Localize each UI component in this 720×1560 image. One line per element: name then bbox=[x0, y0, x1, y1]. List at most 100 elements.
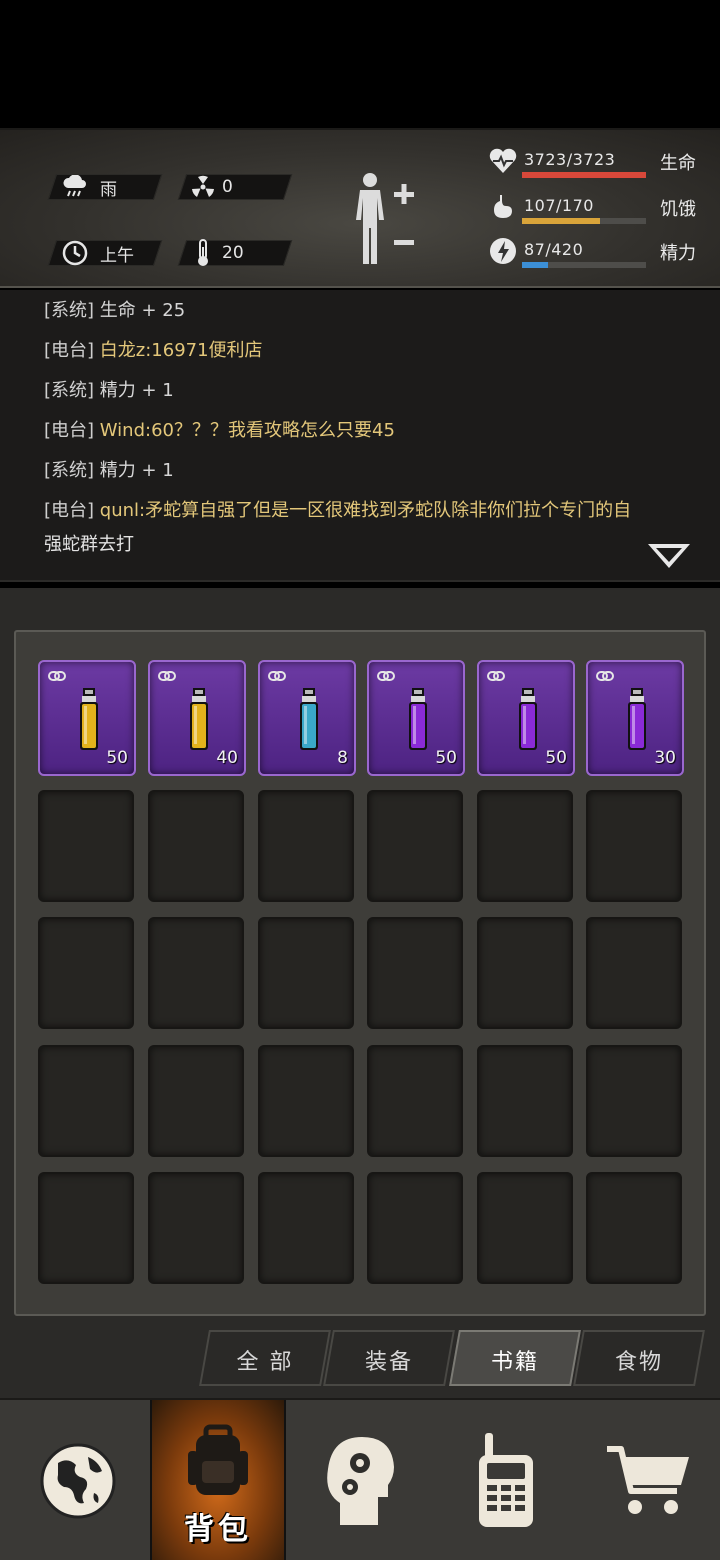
item-quantity: 8 bbox=[337, 748, 348, 768]
inventory-slot[interactable] bbox=[258, 917, 354, 1029]
head-gears-icon bbox=[327, 1437, 394, 1525]
radiation-indicator: 0 bbox=[188, 174, 233, 200]
time-indicator: 上午 bbox=[60, 240, 134, 266]
globe-icon bbox=[40, 1443, 116, 1519]
item-quantity: 40 bbox=[216, 748, 238, 768]
inventory-slot[interactable] bbox=[258, 1045, 354, 1157]
message-tag: [电台] bbox=[44, 340, 95, 361]
inventory-slot[interactable] bbox=[367, 1172, 463, 1284]
nav-backpack[interactable]: 背包 bbox=[150, 1400, 286, 1560]
link-icon bbox=[596, 668, 614, 682]
chat-message: [电台] qunl:矛蛇算自强了但是一区很难找到矛蛇队除非你们拉个专门的自 bbox=[44, 494, 684, 528]
inventory-slot[interactable] bbox=[477, 1172, 573, 1284]
inventory-slot[interactable] bbox=[477, 917, 573, 1029]
message-tag: [系统] bbox=[44, 380, 95, 401]
item-quantity: 30 bbox=[654, 748, 676, 768]
radiation-value: 0 bbox=[222, 177, 233, 197]
health-bar-fill bbox=[522, 172, 646, 178]
inventory-item[interactable]: 50 bbox=[38, 660, 136, 776]
health-stat: 3723/3723 生命 bbox=[488, 146, 710, 180]
inventory-slot[interactable] bbox=[586, 917, 682, 1029]
temperature-indicator: 20 bbox=[188, 239, 244, 266]
time-value: 上午 bbox=[100, 245, 134, 266]
energy-icon bbox=[488, 236, 518, 268]
walkie-talkie-icon bbox=[479, 1433, 533, 1527]
inventory-item[interactable]: 50 bbox=[477, 660, 575, 776]
shopping-cart-icon bbox=[607, 1446, 689, 1514]
energy-bar bbox=[522, 262, 646, 268]
inventory-slot[interactable] bbox=[477, 790, 573, 902]
clock-icon bbox=[60, 240, 90, 266]
hunger-stat: 107/170 饥饿 bbox=[488, 192, 710, 226]
tab-food-label: 食物 bbox=[614, 1350, 663, 1375]
nav-backpack-label: 背包 bbox=[184, 1512, 252, 1547]
link-icon bbox=[48, 668, 66, 682]
heart-pulse-icon bbox=[488, 146, 518, 178]
nav-shop[interactable] bbox=[578, 1400, 718, 1560]
bottom-navigation: 背包 bbox=[0, 1398, 720, 1560]
temperature-value: 20 bbox=[222, 243, 244, 263]
chat-message: [电台] 白龙z:16971便利店 bbox=[44, 334, 684, 368]
inventory-slot[interactable] bbox=[148, 1172, 244, 1284]
inventory-slot[interactable] bbox=[586, 790, 682, 902]
chat-expand-button[interactable] bbox=[646, 540, 692, 574]
message-text: qunl:矛蛇算自强了但是一区很难找到矛蛇队除非你们拉个专门的自 bbox=[99, 500, 632, 521]
message-tag: [电台] bbox=[44, 420, 95, 441]
item-quantity: 50 bbox=[545, 748, 567, 768]
inventory-slot[interactable] bbox=[38, 1045, 134, 1157]
human-body-icon bbox=[356, 173, 414, 264]
tab-equipment-label: 装备 bbox=[364, 1350, 413, 1375]
backpack-icon bbox=[188, 1424, 248, 1495]
inventory-slot[interactable] bbox=[148, 790, 244, 902]
inventory-slot[interactable] bbox=[148, 1045, 244, 1157]
energy-stat: 87/420 精力 bbox=[488, 236, 710, 270]
hunger-bar bbox=[522, 218, 646, 224]
stomach-icon bbox=[488, 192, 518, 224]
weather-indicator: 雨 bbox=[60, 174, 117, 200]
inventory-slot[interactable] bbox=[38, 790, 134, 902]
inventory-slot[interactable] bbox=[367, 790, 463, 902]
inventory-item[interactable]: 30 bbox=[586, 660, 684, 776]
message-text: Wind:60？？？我看攻略怎么只要45 bbox=[99, 420, 395, 441]
rain-cloud-icon bbox=[60, 175, 90, 199]
nav-skills[interactable] bbox=[292, 1400, 432, 1560]
tab-books-label: 书籍 bbox=[490, 1350, 539, 1375]
potion-vial-icon bbox=[626, 688, 648, 752]
character-body-button[interactable] bbox=[348, 170, 420, 270]
inventory-slot[interactable] bbox=[367, 1045, 463, 1157]
inventory-slot[interactable] bbox=[586, 1045, 682, 1157]
inventory-item[interactable]: 8 bbox=[258, 660, 356, 776]
potion-vial-icon bbox=[188, 688, 210, 752]
inventory-slot[interactable] bbox=[38, 1172, 134, 1284]
message-text: 强蛇群去打 bbox=[44, 534, 134, 555]
inventory-slot[interactable] bbox=[258, 790, 354, 902]
tab-all-label: 全 部 bbox=[236, 1350, 294, 1375]
inventory-item[interactable]: 50 bbox=[367, 660, 465, 776]
inventory-item[interactable]: 40 bbox=[148, 660, 246, 776]
nav-radio[interactable] bbox=[436, 1400, 576, 1560]
link-icon bbox=[158, 668, 176, 682]
energy-label: 精力 bbox=[660, 243, 696, 264]
inventory-slot[interactable] bbox=[38, 917, 134, 1029]
inventory-slot[interactable] bbox=[148, 917, 244, 1029]
nav-world[interactable] bbox=[8, 1400, 148, 1560]
radiation-icon bbox=[188, 175, 218, 199]
hunger-value: 107/170 bbox=[524, 196, 594, 215]
inventory-slot[interactable] bbox=[586, 1172, 682, 1284]
inventory-slot[interactable] bbox=[258, 1172, 354, 1284]
chat-log[interactable]: [系统] 生命 + 25 [电台] 白龙z:16971便利店 [系统] 精力 +… bbox=[0, 290, 720, 582]
chat-message: [系统] 精力 + 1 bbox=[44, 454, 684, 488]
message-tag: [系统] bbox=[44, 300, 95, 321]
inventory-slot[interactable] bbox=[367, 917, 463, 1029]
hunger-label: 饥饿 bbox=[660, 199, 696, 220]
energy-value: 87/420 bbox=[524, 240, 584, 259]
chat-message: [系统] 精力 + 1 bbox=[44, 374, 684, 408]
chat-message-continuation: 强蛇群去打 bbox=[44, 528, 684, 562]
message-tag: [电台] bbox=[44, 500, 95, 521]
link-icon bbox=[377, 668, 395, 682]
chevron-down-icon bbox=[648, 544, 690, 568]
message-text: 精力 + 1 bbox=[99, 460, 174, 481]
link-icon bbox=[487, 668, 505, 682]
weather-value: 雨 bbox=[100, 179, 117, 200]
inventory-slot[interactable] bbox=[477, 1045, 573, 1157]
